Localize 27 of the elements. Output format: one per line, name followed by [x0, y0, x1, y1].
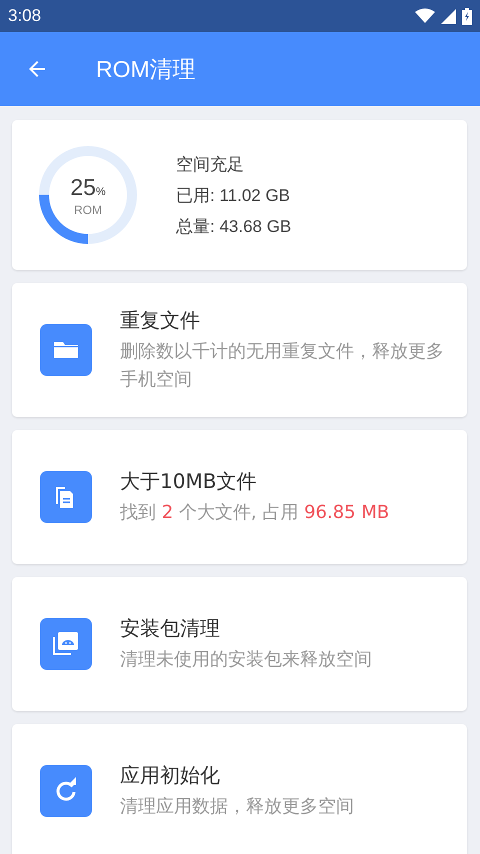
- android-package-icon: [40, 618, 92, 670]
- wifi-icon: [415, 8, 435, 24]
- folder-icon: [40, 324, 92, 376]
- used-space: 已用: 11.02 GB: [176, 184, 292, 206]
- option-title: 大于10MB文件: [120, 468, 258, 494]
- signal-icon: [441, 8, 456, 24]
- option-description: 清理未使用的安装包来释放空间: [120, 648, 373, 672]
- usage-percent: 25: [70, 174, 96, 200]
- cleanup-option-card[interactable]: 应用初始化 清理应用数据，释放更多空间: [12, 724, 467, 854]
- storage-status: 空间充足: [176, 154, 245, 176]
- ring-label: ROM: [74, 202, 102, 216]
- refresh-icon: [40, 765, 92, 817]
- status-time: 3:08: [8, 6, 42, 26]
- option-description: 清理应用数据，释放更多空间: [120, 794, 355, 818]
- cleanup-option-card[interactable]: 安装包清理 清理未使用的安装包来释放空间: [12, 577, 467, 711]
- option-description: 找到 2 个大文件, 占用 96.85 MB: [120, 500, 390, 524]
- option-description: 删除数以千计的无用重复文件，释放更多手机空间: [120, 340, 445, 392]
- option-title: 重复文件: [120, 306, 201, 334]
- documents-icon: [40, 471, 92, 523]
- option-title: 安装包清理: [120, 614, 221, 642]
- cleanup-option-card[interactable]: 大于10MB文件 找到 2 个大文件, 占用 96.85 MB: [12, 430, 467, 564]
- cleanup-option-card[interactable]: 重复文件 删除数以千计的无用重复文件，释放更多手机空间: [12, 283, 467, 417]
- percent-sign: %: [96, 186, 106, 198]
- battery-icon: [462, 8, 472, 24]
- total-space: 总量: 43.68 GB: [176, 216, 292, 238]
- option-title: 应用初始化: [120, 762, 221, 788]
- screen-title: ROM清理: [96, 54, 196, 84]
